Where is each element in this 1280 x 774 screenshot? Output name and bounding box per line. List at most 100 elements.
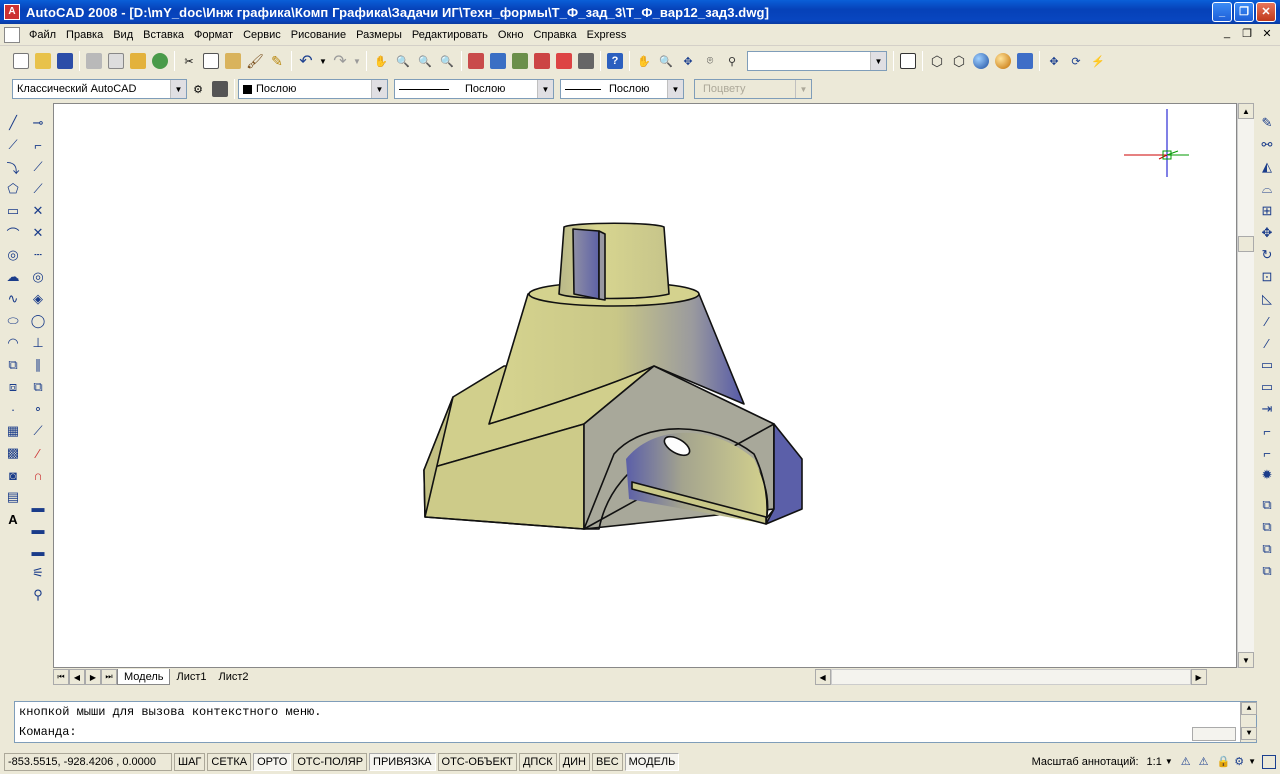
workspace-save-button[interactable] — [209, 78, 231, 100]
extend-tool[interactable]: ⁄ — [1256, 332, 1278, 354]
hscroll-left-button[interactable]: ◀ — [814, 669, 831, 685]
snap-parallel[interactable]: ∥ — [27, 354, 49, 376]
hatch-tool[interactable]: ▦ — [2, 420, 24, 442]
rotate-tool[interactable]: ↻ — [1256, 244, 1278, 266]
spline-tool[interactable]: ∿ — [2, 288, 24, 310]
scroll-thumb[interactable] — [1238, 236, 1254, 252]
calculator-button[interactable] — [575, 50, 597, 72]
model-viewport[interactable] — [54, 104, 1238, 669]
array-tool[interactable]: ⊞ — [1256, 200, 1278, 222]
move-3d-button[interactable]: ✥ — [1043, 50, 1065, 72]
break-tool[interactable]: ▭ — [1256, 376, 1278, 398]
polar-toggle[interactable]: ОТС-ПОЛЯР — [293, 752, 368, 771]
insert-block-tool[interactable]: ⧉ — [2, 354, 24, 376]
doc-close-button[interactable]: ✕ — [1260, 27, 1274, 40]
copy-button[interactable] — [200, 50, 222, 72]
status-menu-icon[interactable]: ▼ — [1248, 757, 1256, 766]
autocad-app-icon[interactable]: A — [4, 4, 20, 20]
ducs-toggle[interactable]: ДПСК — [518, 752, 557, 771]
pan-button[interactable]: ✋ — [370, 50, 392, 72]
document-icon[interactable] — [4, 26, 20, 43]
snap-endpoint[interactable]: ⟋ — [27, 156, 49, 178]
snap-perpendicular[interactable]: ⊥ — [27, 332, 49, 354]
chamfer-tool[interactable]: ⌐ — [1256, 420, 1278, 442]
box-button[interactable]: ⬡ — [926, 50, 948, 72]
otrack-toggle[interactable]: ОТС-ОБЪЕКТ — [437, 752, 517, 771]
workspace-combo[interactable]: Классический AutoCAD ▼ — [12, 79, 187, 99]
snap-intersection[interactable]: ✕ — [27, 200, 49, 222]
temp-track-snap[interactable]: ⊸ — [27, 112, 49, 134]
sphere-button[interactable] — [970, 50, 992, 72]
maximize-button[interactable]: ❐ — [1234, 2, 1254, 22]
command-line[interactable]: кнопкой мыши для вызова контекстного мен… — [14, 701, 1257, 743]
menu-view[interactable]: Вид — [108, 29, 138, 41]
zoom-previous-button[interactable]: 🔍 — [436, 50, 458, 72]
osnap-settings[interactable]: ∩ — [27, 464, 49, 486]
color-combo[interactable]: Послою ▼ — [238, 79, 388, 99]
doc-minimize-button[interactable]: _ — [1220, 27, 1234, 40]
make-block-tool[interactable]: ⧈ — [2, 376, 24, 398]
draworder-under-tool[interactable]: ⧉ — [1256, 560, 1278, 582]
command-prompt[interactable]: Команда: — [15, 722, 1256, 742]
snap-center[interactable]: ◎ — [27, 266, 49, 288]
align-3d-button[interactable]: ⚡ — [1087, 50, 1109, 72]
menu-express[interactable]: Express — [582, 29, 632, 41]
horizontal-scrollbar-track[interactable] — [830, 669, 1191, 685]
close-button[interactable]: ✕ — [1256, 2, 1276, 22]
scroll-down-button[interactable]: ▼ — [1238, 652, 1254, 668]
vertical-scrollbar[interactable]: ▲ ▼ — [1237, 103, 1254, 668]
menu-file[interactable]: Файл — [24, 29, 61, 41]
command-scroll-up[interactable]: ▲ — [1241, 702, 1257, 715]
break-at-point-tool[interactable]: ▭ — [1256, 354, 1278, 376]
menu-draw[interactable]: Рисование — [286, 29, 351, 41]
trim-tool[interactable]: ⁄ — [1256, 310, 1278, 332]
snap-insert[interactable]: ⧉ — [27, 376, 49, 398]
paste-button[interactable] — [222, 50, 244, 72]
tab-next-button[interactable]: ▶ — [85, 669, 101, 685]
lock-icon[interactable]: 🔒 — [1217, 755, 1231, 768]
3d-dwf-button[interactable] — [149, 50, 171, 72]
markup-button[interactable] — [553, 50, 575, 72]
dyn-toggle[interactable]: ДИН — [558, 752, 591, 771]
tolerance-tool[interactable]: ⚲ — [27, 584, 49, 606]
dim-aligned[interactable]: ▬ — [27, 518, 49, 540]
wedge-button[interactable]: ⬡ — [948, 50, 970, 72]
snap-node[interactable]: ∘ — [27, 398, 49, 420]
tab-layout1[interactable]: Лист1 — [170, 669, 212, 685]
coordinates-display[interactable]: -853.5515, -928.4206 , 0.0000 — [4, 752, 172, 771]
circle-tool[interactable]: ◎ — [2, 244, 24, 266]
workspace-settings-button[interactable]: ⚙ — [187, 78, 209, 100]
polygon-tool[interactable]: ⬠ — [2, 178, 24, 200]
ellipse-arc-tool[interactable]: ◠ — [2, 332, 24, 354]
gradient-tool[interactable]: ▩ — [2, 442, 24, 464]
table-tool[interactable]: ▤ — [2, 486, 24, 508]
environment-button[interactable] — [1014, 50, 1036, 72]
3d-solid-model[interactable] — [423, 222, 803, 530]
save-button[interactable] — [54, 50, 76, 72]
command-scroll-down[interactable]: ▼ — [1241, 727, 1257, 740]
stretch-tool[interactable]: ◺ — [1256, 288, 1278, 310]
orbit-button[interactable]: ✥ — [677, 50, 699, 72]
annotation-scale-value[interactable]: 1:1 — [1147, 756, 1162, 768]
render-button[interactable] — [897, 50, 919, 72]
design-center-button[interactable] — [487, 50, 509, 72]
comm-center-icon[interactable]: ⚙ — [1234, 755, 1244, 768]
snap-from[interactable]: ⌐ — [27, 134, 49, 156]
explode-tool[interactable]: ✹ — [1256, 464, 1278, 486]
menu-dimension[interactable]: Размеры — [351, 29, 407, 41]
annotation-visibility-icon[interactable]: ⚠ — [1181, 755, 1191, 768]
ellipse-tool[interactable]: ⬭ — [2, 310, 24, 332]
linetype-combo[interactable]: Послою ▼ — [394, 79, 554, 99]
revcloud-tool[interactable]: ☁ — [2, 266, 24, 288]
pan-3d-button[interactable]: ✋ — [633, 50, 655, 72]
dim-style[interactable]: ▬ — [27, 540, 49, 562]
material-button[interactable] — [992, 50, 1014, 72]
zoom-window-button[interactable]: 🔍 — [414, 50, 436, 72]
grid-toggle[interactable]: СЕТКА — [207, 752, 252, 771]
menu-insert[interactable]: Вставка — [138, 29, 189, 41]
plot-preview-button[interactable] — [105, 50, 127, 72]
command-hscroll[interactable] — [1192, 727, 1236, 741]
snap-tangent[interactable]: ◯ — [27, 310, 49, 332]
line-tool[interactable]: ╱ — [2, 112, 24, 134]
undo-dropdown[interactable]: ▼ — [317, 50, 329, 72]
